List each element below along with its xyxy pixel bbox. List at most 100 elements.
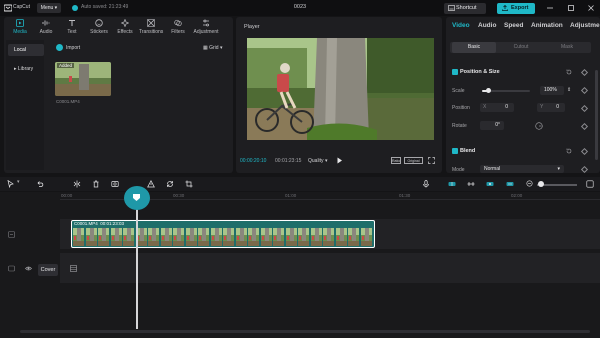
microphone-icon[interactable]: [422, 180, 430, 188]
clip-frame: [185, 228, 197, 246]
export-icon: [502, 5, 508, 11]
rotate-input[interactable]: 0°: [480, 121, 504, 130]
position-label: Position: [452, 105, 470, 111]
chevron-down-icon: ▾: [557, 166, 560, 172]
clip-frame: [85, 228, 97, 246]
play-icon[interactable]: [336, 157, 343, 164]
blend-checkbox[interactable]: [452, 148, 458, 154]
tab-filters[interactable]: Filters: [166, 19, 190, 37]
tab-adjustment[interactable]: Adjustment: [192, 19, 220, 37]
tab-video[interactable]: Video: [452, 22, 470, 29]
blend-mode-select[interactable]: Normal ▾: [480, 165, 564, 173]
playhead-line[interactable]: [136, 197, 138, 329]
fullscreen-icon[interactable]: [428, 157, 435, 164]
tab-animation[interactable]: Animation: [531, 22, 563, 29]
tab-transitions[interactable]: Transitions: [139, 19, 163, 37]
added-badge: Added: [57, 63, 75, 68]
tab-audio-label: Audio: [39, 29, 53, 35]
clip-frame: [348, 228, 359, 246]
clip-frame: [273, 228, 284, 246]
properties-scrollbar[interactable]: [595, 70, 598, 160]
ratio-button[interactable]: Ratio: [391, 157, 401, 164]
delete-icon[interactable]: [92, 180, 100, 188]
track-visibility-icon[interactable]: [8, 265, 15, 272]
tab-media[interactable]: Media: [8, 19, 32, 37]
subtab-cutout[interactable]: Cutout: [498, 42, 544, 53]
clip-frame: [210, 228, 222, 246]
original-button[interactable]: Original: [404, 157, 423, 164]
zoom-out-icon[interactable]: [526, 180, 534, 188]
import-icon[interactable]: [56, 44, 63, 51]
menu-button[interactable]: Menu ▾: [37, 3, 61, 13]
view-toggle[interactable]: ▦ Grid ▾: [203, 45, 222, 51]
timeline-scrollbar[interactable]: [20, 330, 590, 333]
media-icon: [16, 19, 24, 27]
zoom-slider-handle[interactable]: [538, 181, 544, 187]
mode-label: Mode: [452, 167, 465, 173]
subtab-basic[interactable]: Basic: [452, 42, 496, 53]
position-y-field[interactable]: Y 0: [537, 103, 565, 112]
clip-frame: [248, 228, 259, 246]
reset-icon[interactable]: [566, 69, 572, 75]
autosave-icon: [72, 5, 78, 11]
y-value: 0: [556, 104, 559, 110]
auto-snapping-icon[interactable]: [467, 180, 475, 188]
clip-frame: [148, 228, 159, 246]
eye-icon[interactable]: [25, 265, 32, 272]
minimize-icon[interactable]: [545, 3, 555, 13]
select-dropdown-chevron-icon[interactable]: ▾: [17, 179, 20, 185]
mark-icon[interactable]: [147, 180, 155, 188]
blend-reset-icon[interactable]: [566, 148, 572, 154]
x-value: 0: [505, 104, 508, 110]
clip-frame: [235, 228, 247, 246]
video-preview[interactable]: [247, 38, 434, 140]
scale-slider-handle[interactable]: [486, 88, 491, 93]
tab-stickers[interactable]: Stickers: [87, 19, 111, 37]
tab-prop-audio[interactable]: Audio: [478, 22, 496, 29]
select-cursor-icon[interactable]: [7, 180, 15, 188]
clip-frame: [260, 228, 272, 246]
maximize-icon[interactable]: [566, 3, 576, 13]
quality-dropdown[interactable]: Quality ▾: [308, 158, 327, 164]
position-size-checkbox[interactable]: [452, 69, 458, 75]
cover-button[interactable]: Cover: [38, 264, 58, 276]
total-time: 00:01:23:15: [275, 158, 302, 164]
position-x-field[interactable]: X 0: [480, 103, 514, 112]
scale-input[interactable]: 100%: [540, 86, 564, 95]
rotate-dial-icon[interactable]: [535, 122, 543, 130]
scale-stepper[interactable]: ⇕: [567, 87, 571, 93]
subtab-mask[interactable]: Mask: [545, 42, 589, 53]
crop-icon[interactable]: [185, 180, 193, 188]
shortcut-label: Shortcut: [456, 5, 477, 11]
nav-local-label: Local: [14, 47, 26, 53]
nav-library[interactable]: ▸ Library: [8, 63, 44, 75]
autosave-status: Auto saved: 21:23:49: [81, 4, 129, 10]
tab-effects[interactable]: Effects: [113, 19, 137, 37]
audio-icon: [42, 20, 50, 26]
video-frame-image: [247, 38, 434, 140]
split-icon[interactable]: [73, 180, 81, 188]
adjustment-icon: [203, 19, 209, 27]
tab-audio[interactable]: Audio: [34, 19, 58, 37]
preview-axis-icon[interactable]: [506, 180, 514, 188]
main-track-magnet-icon[interactable]: [448, 180, 456, 188]
track-lock-icon[interactable]: [8, 231, 15, 238]
current-time: 00:00:20:10: [240, 158, 267, 164]
freeze-frame-icon[interactable]: [111, 180, 119, 188]
tab-text-label: Text: [67, 29, 77, 35]
rotate-label: Rotate: [452, 123, 467, 129]
clip-frame: [360, 228, 372, 246]
import-button[interactable]: Import: [66, 45, 80, 51]
zoom-fit-icon[interactable]: [586, 180, 594, 188]
rotate-clip-icon[interactable]: [166, 180, 174, 188]
linkage-icon[interactable]: [486, 180, 494, 188]
tab-adjustment-prop[interactable]: Adjustme: [570, 22, 600, 29]
playhead-handle-icon[interactable]: [132, 193, 141, 202]
nav-local[interactable]: Local: [8, 44, 44, 56]
filters-icon: [174, 19, 182, 27]
close-icon[interactable]: [586, 3, 596, 13]
clip-frame: [310, 228, 322, 246]
tab-speed[interactable]: Speed: [504, 22, 524, 29]
tab-text[interactable]: Text: [60, 19, 84, 37]
undo-icon[interactable]: [36, 180, 44, 188]
